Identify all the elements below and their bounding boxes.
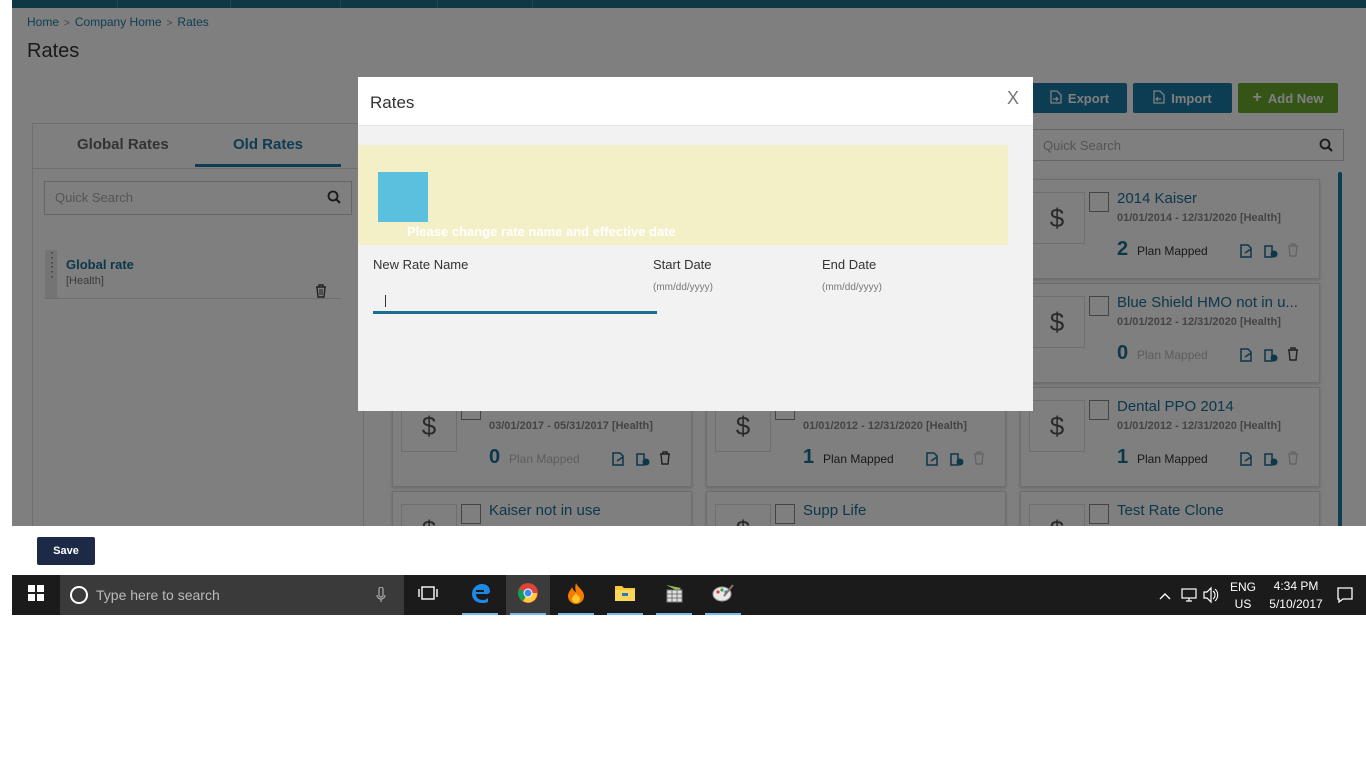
chrome-icon [517,582,539,609]
app-window: Home>Company Home>Rates Rates Export Imp… [12,0,1366,526]
flame-icon [566,582,586,609]
folder-icon [614,584,636,607]
end-date-label: End Date [822,257,877,272]
cortana-icon [69,585,89,610]
clock-time: 4:34 PM [1273,579,1319,593]
microphone-icon[interactable] [376,586,386,608]
start-date-label: Start Date [653,257,712,272]
text-caret [385,295,386,307]
spreadsheet-icon [663,582,685,609]
modal-title: Rates [370,93,415,112]
volume-icon[interactable] [1202,575,1220,615]
edge-icon [469,582,491,609]
taskbar-app-spreadsheet[interactable] [652,575,696,615]
taskbar-search-placeholder: Type here to search [96,587,220,603]
start-date-field[interactable]: (mm/dd/yyyy) [653,282,713,293]
end-date-field[interactable]: (mm/dd/yyyy) [822,282,882,293]
taskbar-app-flame[interactable] [554,575,598,615]
network-icon[interactable] [1180,575,1198,615]
paint-palette-icon [712,582,734,609]
action-center-button[interactable] [1336,575,1356,615]
taskbar-edge[interactable] [458,575,502,615]
taskbar-search-box[interactable]: Type here to search [60,575,404,615]
taskbar-chrome[interactable] [506,575,550,615]
start-button[interactable] [14,575,58,615]
rate-name-label: New Rate Name [373,257,469,272]
notification-icon [1336,587,1354,618]
windows-taskbar: Type here to search ENG US 4:34 PM 5/10/… [12,575,1366,615]
info-message: Please change rate name and effective da… [358,145,1008,245]
info-message-text: Please change rate name and effective da… [407,224,676,239]
taskbar-paint[interactable] [701,575,745,615]
language-indicator[interactable]: ENG US [1228,575,1258,615]
task-view-button[interactable] [406,575,450,615]
language-top: ENG [1229,580,1256,594]
show-hidden-icons[interactable] [1158,575,1172,615]
taskbar-file-explorer[interactable] [603,575,647,615]
rates-modal: Rates X Please change rate name and effe… [358,77,1033,411]
clock[interactable]: 4:34 PM 5/10/2017 [1262,575,1330,615]
modal-header: Rates X [358,77,1033,126]
save-bar: Save [12,526,1366,575]
language-bottom: US [1234,597,1252,611]
info-image [378,172,428,222]
save-button[interactable]: Save [37,537,95,565]
close-button[interactable]: X [1007,88,1019,109]
rate-name-input[interactable] [373,287,657,314]
task-view-icon [418,585,438,605]
clock-date: 5/10/2017 [1269,597,1323,611]
windows-icon [28,584,44,606]
